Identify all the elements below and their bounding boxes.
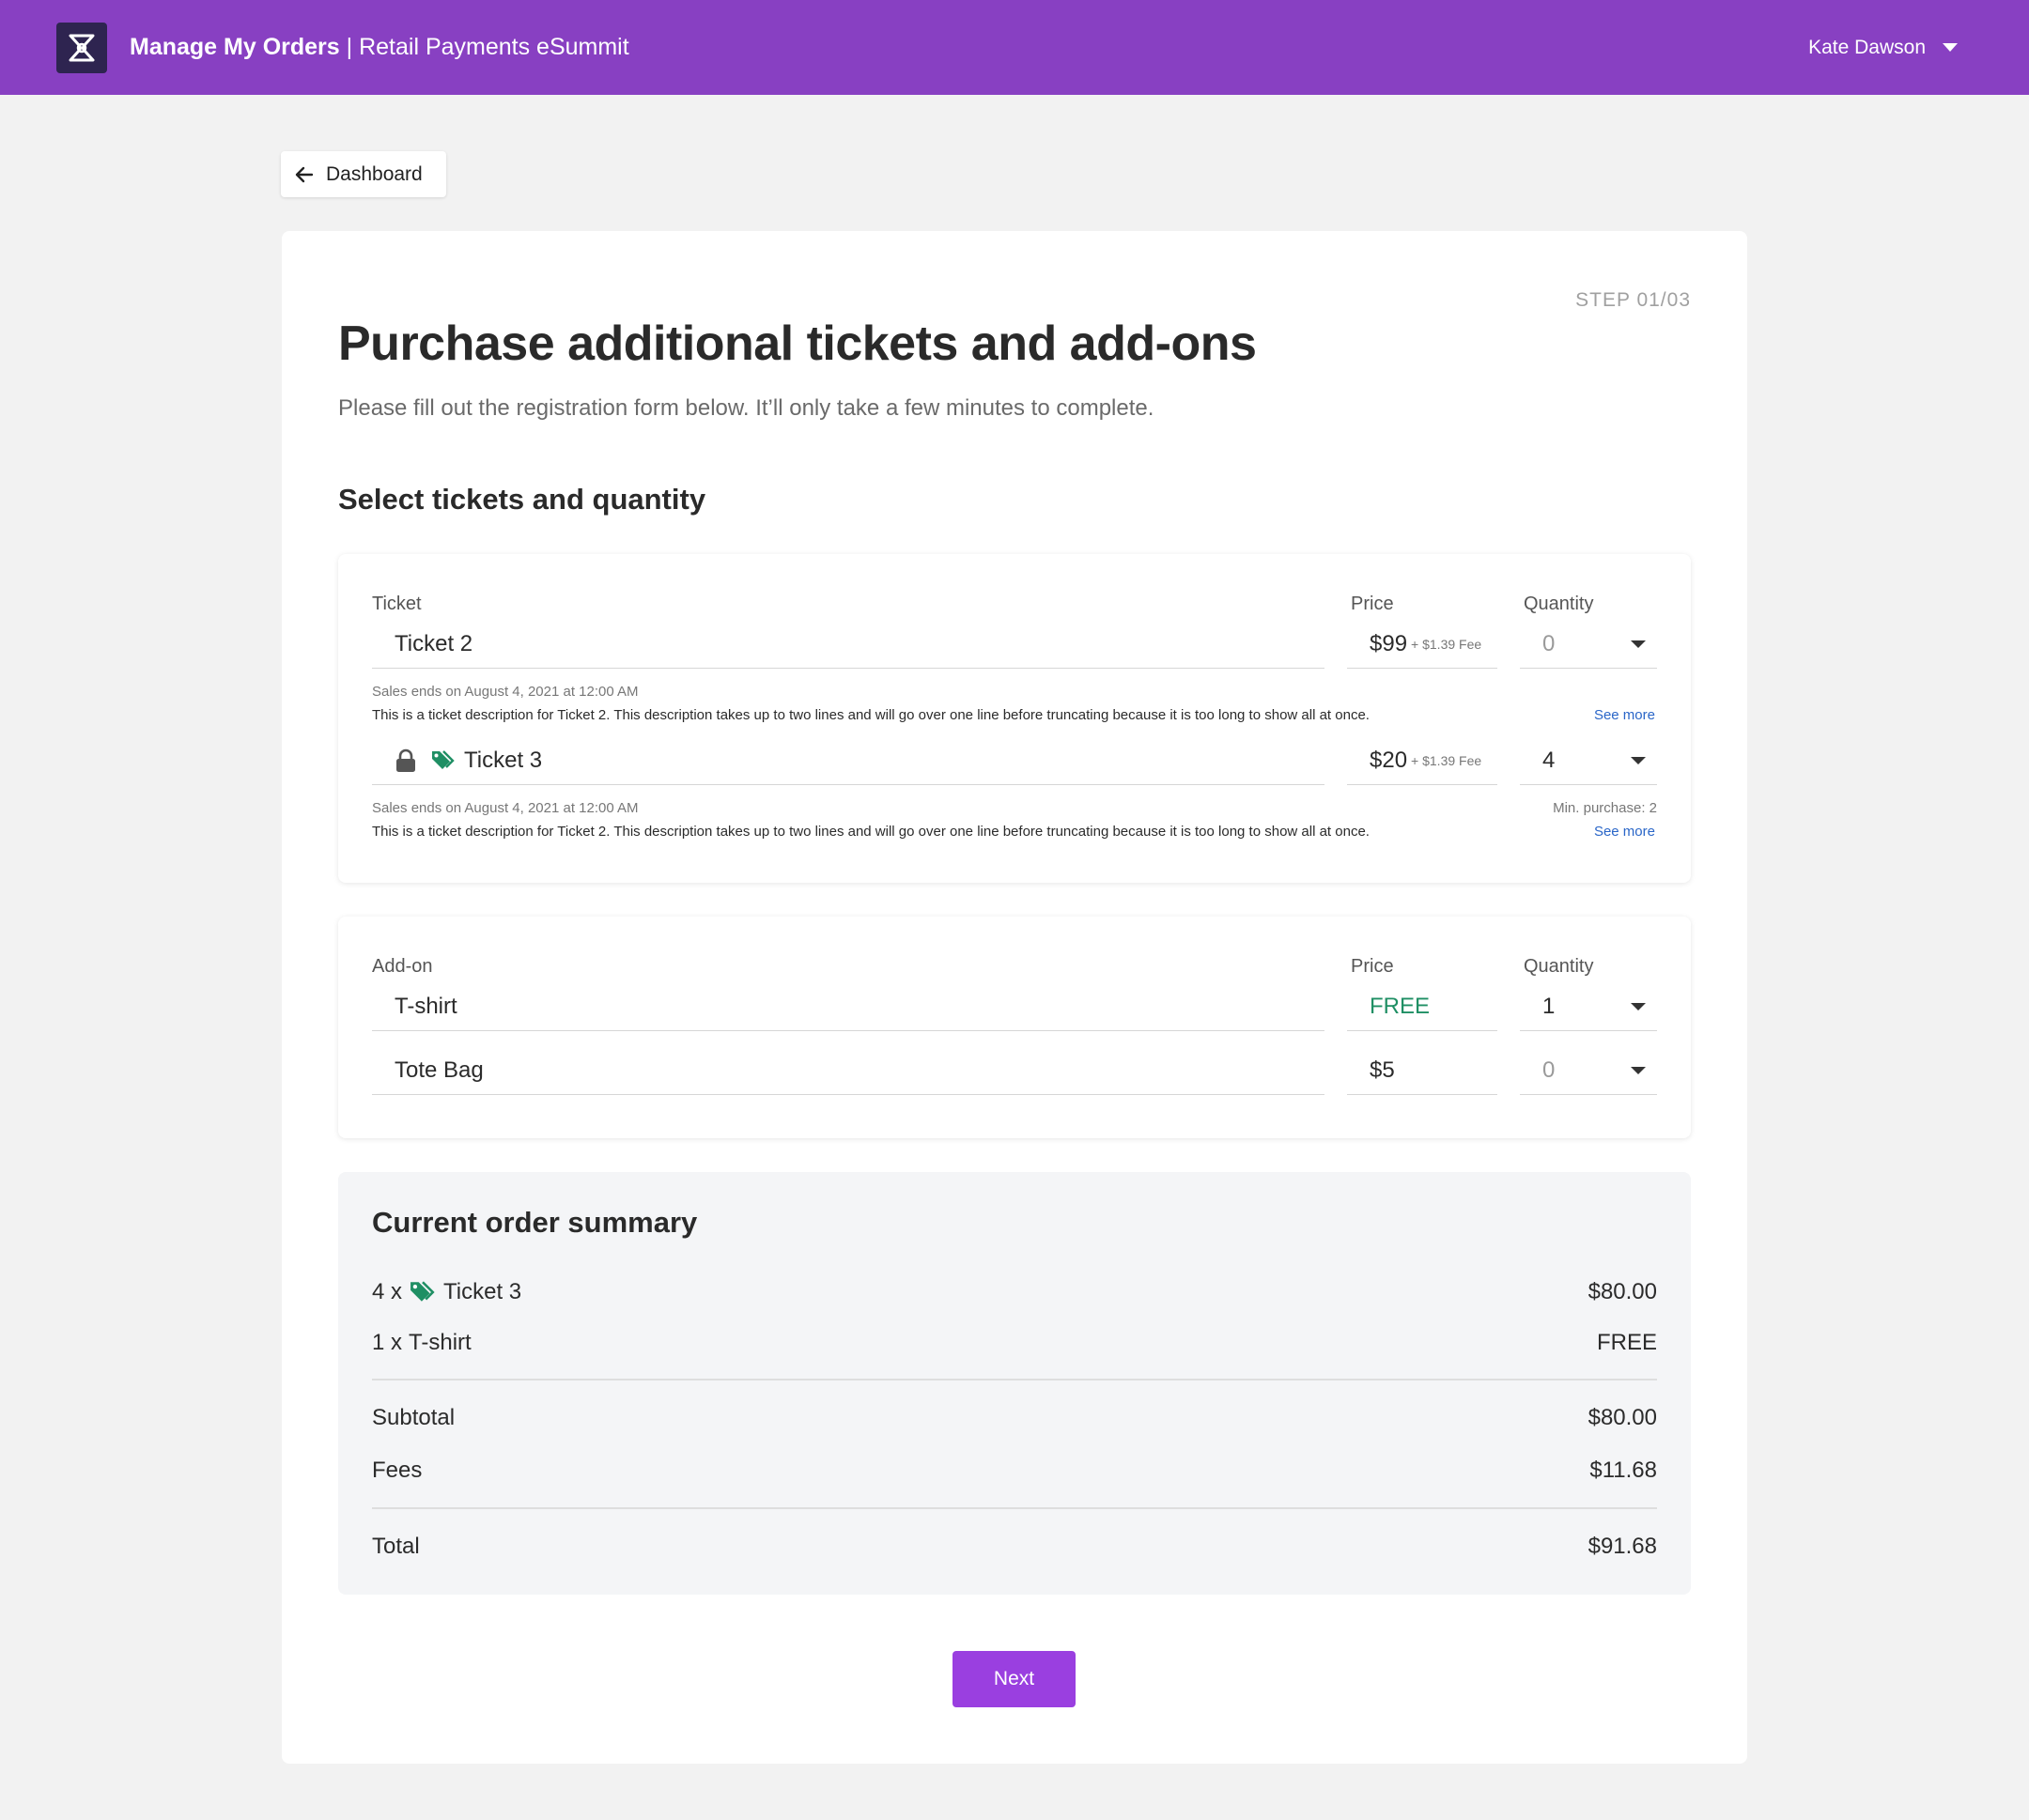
user-menu[interactable]: Kate Dawson (1808, 0, 1958, 95)
total-value: $91.68 (1588, 1534, 1657, 1559)
addon-name-field: Tote Bag (372, 1046, 1324, 1095)
addons-panel: Add-on Price Quantity T-shirt FREE 1 Tot… (338, 917, 1691, 1138)
event-name: Retail Payments eSummit (359, 34, 629, 60)
ticket-quantity-select[interactable]: 4 (1520, 736, 1657, 785)
quantity-value: 0 (1542, 1057, 1556, 1083)
addon-price-field: FREE (1347, 982, 1497, 1031)
lock-icon (395, 748, 417, 773)
sales-end-text: Sales ends on August 4, 2021 at 12:00 AM (372, 800, 639, 816)
quantity-value: 4 (1542, 747, 1556, 773)
step-indicator: STEP 01/03 (1575, 289, 1691, 311)
tag-icon (430, 748, 457, 773)
arrow-left-icon (294, 164, 315, 185)
ticket-column-header: Ticket (372, 594, 422, 614)
order-summary: Current order summary 4 x Ticket 3 $80.0… (338, 1172, 1691, 1595)
quantity-column-header: Quantity (1524, 956, 1594, 977)
summary-title: Current order summary (372, 1206, 698, 1239)
chevron-down-icon (1631, 640, 1646, 648)
main-card: STEP 01/03 Purchase additional tickets a… (282, 231, 1747, 1764)
quantity-column-header: Quantity (1524, 594, 1594, 614)
see-more-link[interactable]: See more (1594, 707, 1655, 723)
subtotal-row: Subtotal $80.00 (372, 1401, 1657, 1435)
ticket-name: Ticket 2 (395, 630, 473, 656)
total-row: Total $91.68 (372, 1530, 1657, 1564)
title-separator: | (339, 34, 360, 60)
ticket-price: $20 (1370, 747, 1408, 773)
ticket-fee: + $1.39 Fee (1411, 752, 1482, 768)
chevron-down-icon (1631, 1003, 1646, 1010)
ticket-name-field: Ticket 2 (372, 620, 1324, 669)
page-title: Purchase additional tickets and add-ons (338, 316, 1257, 371)
min-purchase-text: Min. purchase: 2 (1553, 800, 1657, 816)
ticket-price-field: $20 + $1.39 Fee (1347, 736, 1497, 785)
addon-price-field: $5 (1347, 1046, 1497, 1095)
ticket-description: This is a ticket description for Ticket … (372, 707, 1370, 723)
summary-line-qty: 4 x (372, 1279, 403, 1304)
caret-down-icon (1943, 43, 1958, 52)
ticket-price-field: $99 + $1.39 Fee (1347, 620, 1497, 669)
addon-name: Tote Bag (395, 1057, 484, 1083)
event-logo-icon[interactable] (56, 23, 107, 73)
app-name: Manage My Orders (130, 34, 340, 60)
dashboard-back-button[interactable]: Dashboard (281, 151, 446, 197)
fees-label: Fees (372, 1458, 423, 1483)
user-name: Kate Dawson (1808, 36, 1926, 58)
quantity-value: 0 (1542, 630, 1556, 656)
fees-value: $11.68 (1589, 1458, 1657, 1483)
tag-icon (408, 1279, 438, 1305)
summary-line: 4 x Ticket 3 $80.00 (372, 1275, 1657, 1309)
next-button[interactable]: Next (953, 1651, 1076, 1707)
top-bar: Manage My Orders | Retail Payments eSumm… (0, 0, 2029, 95)
summary-line: 1 x T-shirt FREE (372, 1326, 1657, 1360)
price-column-header: Price (1351, 594, 1394, 614)
summary-line-name: Ticket 3 (443, 1279, 522, 1304)
addon-price: $5 (1370, 1057, 1395, 1083)
summary-line-amount: $80.00 (1588, 1279, 1657, 1304)
quantity-value: 1 (1542, 993, 1556, 1019)
summary-line-amount: FREE (1596, 1330, 1657, 1355)
chevron-down-icon (1631, 1067, 1646, 1074)
addon-quantity-select[interactable]: 1 (1520, 982, 1657, 1031)
ticket-name-field: Ticket 3 (372, 736, 1324, 785)
see-more-link[interactable]: See more (1594, 824, 1655, 840)
summary-line-label: 1 x T-shirt (372, 1330, 472, 1356)
section-title: Select tickets and quantity (338, 483, 706, 516)
ticket-fee: + $1.39 Fee (1411, 636, 1482, 652)
ticket-price: $99 (1370, 630, 1408, 656)
sales-end-text: Sales ends on August 4, 2021 at 12:00 AM (372, 684, 639, 700)
total-label: Total (372, 1534, 420, 1559)
summary-line-qty: 1 x (372, 1330, 403, 1355)
summary-line-name: T-shirt (409, 1330, 472, 1355)
price-column-header: Price (1351, 956, 1394, 977)
tickets-panel: Ticket Price Quantity Ticket 2 $99 + $1.… (338, 554, 1691, 883)
addon-name-field: T-shirt (372, 982, 1324, 1031)
ticket-quantity-select[interactable]: 0 (1520, 620, 1657, 669)
addon-name: T-shirt (395, 993, 457, 1019)
addon-column-header: Add-on (372, 956, 433, 977)
fees-row: Fees $11.68 (372, 1454, 1657, 1488)
summary-line-label: 4 x Ticket 3 (372, 1279, 521, 1305)
subtotal-label: Subtotal (372, 1405, 456, 1430)
ticket-description: This is a ticket description for Ticket … (372, 824, 1370, 840)
app-title: Manage My Orders | Retail Payments eSumm… (130, 0, 629, 95)
ticket-name: Ticket 3 (464, 747, 543, 773)
page-subtitle: Please fill out the registration form be… (338, 395, 1154, 421)
chevron-down-icon (1631, 757, 1646, 764)
summary-divider (372, 1379, 1657, 1380)
subtotal-value: $80.00 (1588, 1405, 1657, 1430)
addon-quantity-select[interactable]: 0 (1520, 1046, 1657, 1095)
summary-divider (372, 1507, 1657, 1509)
back-label: Dashboard (326, 162, 423, 185)
addon-price: FREE (1370, 993, 1431, 1019)
